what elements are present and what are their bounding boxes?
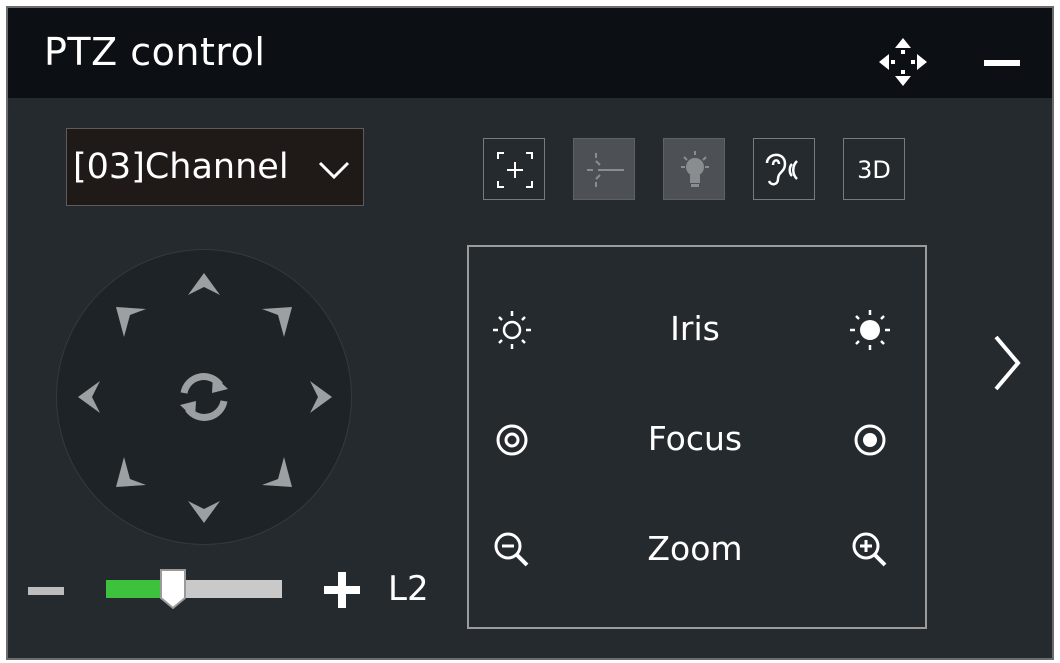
chevron-down-icon: [318, 161, 350, 180]
zoom-row: Zoom: [469, 519, 925, 579]
speed-slider-thumb[interactable]: [159, 568, 187, 610]
panel-title: PTZ control: [44, 30, 266, 74]
speed-level-label: L2: [388, 569, 429, 609]
iris-increase-sun-filled-icon[interactable]: [847, 307, 893, 353]
zoom-out-icon[interactable]: [489, 527, 535, 573]
focus-row: Focus: [469, 409, 925, 469]
channel-select-value: [03]Channel: [73, 147, 289, 187]
arrow-up-right-icon[interactable]: [260, 305, 294, 339]
move-icon[interactable]: [876, 35, 930, 89]
focus-near-icon[interactable]: [489, 417, 535, 463]
light-button[interactable]: [663, 138, 725, 200]
zoom-label: Zoom: [647, 529, 743, 568]
focus-far-icon[interactable]: [847, 417, 893, 463]
speed-decrease-button[interactable]: [28, 575, 68, 605]
laser-button[interactable]: [573, 138, 635, 200]
arrow-right-icon[interactable]: [306, 377, 334, 417]
focus-label: Focus: [647, 419, 743, 458]
laser-icon: [587, 153, 624, 187]
arrow-up-left-icon[interactable]: [114, 305, 148, 339]
minus-icon: [28, 587, 64, 595]
3d-positioning-button[interactable]: 3D: [843, 138, 905, 200]
chevron-right-icon[interactable]: [988, 331, 1024, 395]
ptz-direction-pad: [56, 249, 352, 545]
manual-track-button[interactable]: [483, 138, 545, 200]
target-plus-icon: [497, 152, 533, 188]
iris-row: Iris: [469, 299, 925, 359]
arrow-left-icon[interactable]: [76, 377, 104, 417]
iris-label: Iris: [670, 309, 720, 348]
lens-control-box: Iris Focus Zoom: [467, 245, 927, 629]
minimize-button[interactable]: [980, 42, 1024, 78]
channel-select[interactable]: [03]Channel: [66, 128, 364, 206]
bulb-icon: [681, 151, 709, 187]
ptz-control-panel: PTZ control [03]Channel 3D L2 Iris Focus…: [8, 8, 1052, 658]
title-bar: PTZ control: [8, 8, 1052, 98]
arrow-down-icon[interactable]: [184, 497, 224, 525]
arrow-up-icon[interactable]: [184, 271, 224, 299]
audio-button[interactable]: [753, 138, 815, 200]
ear-sound-icon: [765, 153, 798, 186]
arrow-down-right-icon[interactable]: [260, 455, 294, 489]
iris-decrease-sun-outline-icon[interactable]: [489, 307, 535, 353]
auto-scan-refresh-icon[interactable]: [168, 361, 240, 433]
speed-slider[interactable]: [106, 569, 282, 610]
minimize-icon: [984, 60, 1020, 66]
3d-button-label: 3D: [857, 156, 891, 184]
zoom-in-icon[interactable]: [847, 527, 893, 573]
speed-increase-button[interactable]: [322, 570, 362, 610]
arrow-down-left-icon[interactable]: [114, 455, 148, 489]
